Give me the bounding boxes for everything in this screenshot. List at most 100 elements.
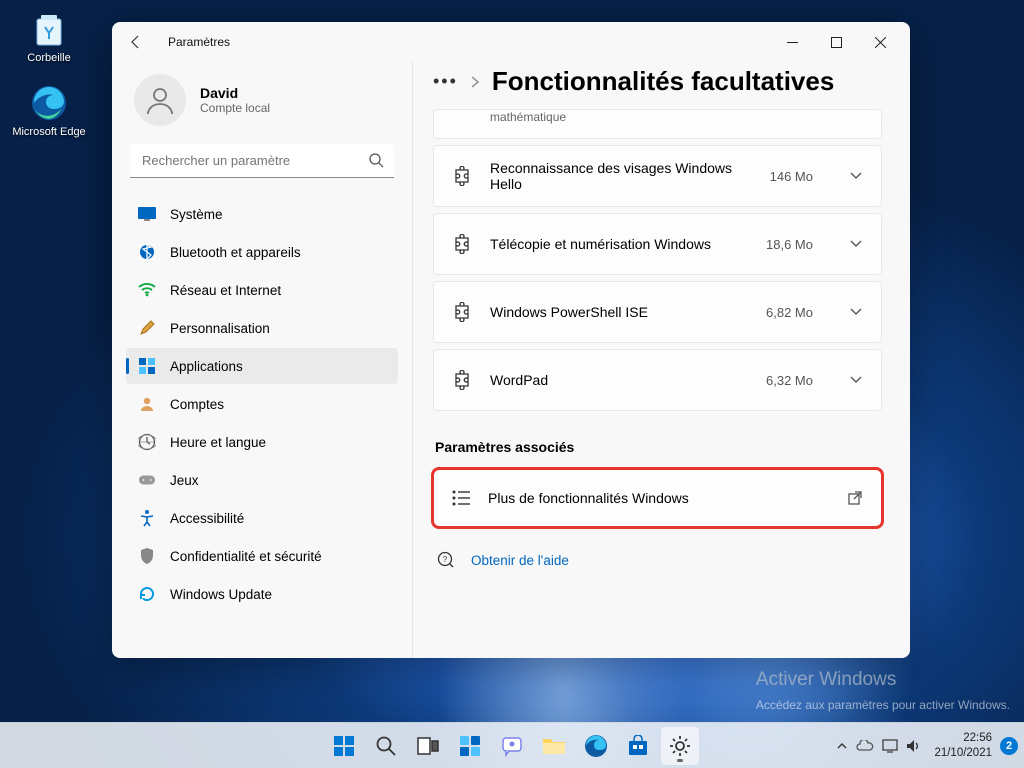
titlebar: Paramètres [112,22,910,62]
get-help-link[interactable]: ? Obtenir de l'aide [437,551,882,569]
accessibility-icon [138,509,156,527]
date: 21/10/2021 [934,746,992,760]
nav-accounts[interactable]: Comptes [126,386,398,422]
nav-network[interactable]: Réseau et Internet [126,272,398,308]
feature-item[interactable]: Reconnaissance des visages Windows Hello… [433,145,882,207]
puzzle-icon [452,302,472,322]
nav-bluetooth[interactable]: Bluetooth et appareils [126,234,398,270]
nav-label: Réseau et Internet [170,283,281,298]
desktop-icon-recycle-bin[interactable]: Corbeille [12,8,86,64]
taskbar-center [325,727,699,765]
nav-label: Applications [170,359,243,374]
desktop-icon-label: Corbeille [27,52,70,64]
nav-personalization[interactable]: Personnalisation [126,310,398,346]
chevron-down-icon [849,239,863,249]
settings-window: Paramètres David Compte local Système [112,22,910,658]
search-box [130,144,394,178]
nav-accessibility[interactable]: Accessibilité [126,500,398,536]
feature-label: Reconnaissance des visages Windows Hello [490,160,752,192]
clock-globe-icon [138,433,156,451]
nav-privacy[interactable]: Confidentialité et sécurité [126,538,398,574]
feature-size: 6,82 Mo [766,305,813,320]
feature-item[interactable]: WordPad 6,32 Mo [433,349,882,411]
widgets-button[interactable] [451,727,489,765]
person-icon [138,395,156,413]
desktop-icon-label: Microsoft Edge [12,126,85,138]
nav-label: Comptes [170,397,224,412]
chevron-right-icon [470,75,480,89]
watermark-title: Activer Windows [756,666,1010,695]
notification-badge[interactable]: 2 [1000,737,1018,755]
search-icon [368,152,384,168]
chat-button[interactable] [493,727,531,765]
window-title: Paramètres [168,35,230,49]
feature-list: mathématique Reconnaissance des visages … [433,109,882,411]
recycle-bin-icon [28,8,70,50]
nav-label: Bluetooth et appareils [170,245,301,260]
feature-item[interactable]: Télécopie et numérisation Windows 18,6 M… [433,213,882,275]
related-settings-title: Paramètres associés [435,439,882,455]
back-button[interactable] [120,26,152,58]
minimize-button[interactable] [770,26,814,58]
nav-label: Windows Update [170,587,272,602]
desktop-icon-edge[interactable]: Microsoft Edge [12,82,86,138]
user-card[interactable]: David Compte local [126,68,398,144]
brush-icon [138,319,156,337]
update-icon [138,585,156,603]
svg-text:?: ? [443,555,448,564]
start-button[interactable] [325,727,363,765]
system-icon [138,205,156,223]
main-content: ••• Fonctionnalités facultatives mathéma… [412,62,910,658]
close-button[interactable] [858,26,902,58]
task-view-button[interactable] [409,727,447,765]
feature-label: Windows PowerShell ISE [490,304,748,320]
network-tray-icon[interactable] [882,739,898,753]
breadcrumb: ••• Fonctionnalités facultatives [433,66,882,97]
list-icon [452,490,470,506]
external-link-icon [847,490,863,506]
user-name: David [200,85,270,101]
chevron-down-icon [849,375,863,385]
nav: Système Bluetooth et appareils Réseau et… [126,196,398,612]
nav-system[interactable]: Système [126,196,398,232]
apps-icon [138,357,156,375]
feature-label: Télécopie et numérisation Windows [490,236,748,252]
puzzle-icon [452,166,472,186]
wifi-icon [138,281,156,299]
chevron-down-icon [849,307,863,317]
avatar [134,74,186,126]
search-button[interactable] [367,727,405,765]
more-windows-features-link[interactable]: Plus de fonctionnalités Windows [433,469,882,527]
taskbar: 22:56 21/10/2021 2 [0,722,1024,768]
edge-taskbar-button[interactable] [577,727,615,765]
watermark-sub: Accédez aux paramètres pour activer Wind… [756,696,1010,714]
edge-icon [28,82,70,124]
user-type: Compte local [200,101,270,115]
shield-icon [138,547,156,565]
store-button[interactable] [619,727,657,765]
taskbar-clock[interactable]: 22:56 21/10/2021 [934,731,992,760]
desktop-icons: Corbeille Microsoft Edge [12,8,86,138]
file-explorer-button[interactable] [535,727,573,765]
feature-item[interactable]: Windows PowerShell ISE 6,82 Mo [433,281,882,343]
nav-windows-update[interactable]: Windows Update [126,576,398,612]
related-label: Plus de fonctionnalités Windows [488,490,829,506]
nav-label: Accessibilité [170,511,244,526]
nav-label: Jeux [170,473,199,488]
nav-time-language[interactable]: Heure et langue [126,424,398,460]
page-title: Fonctionnalités facultatives [492,66,834,97]
feature-size: 6,32 Mo [766,373,813,388]
breadcrumb-back[interactable]: ••• [433,71,458,92]
help-icon: ? [437,551,455,569]
search-input[interactable] [130,144,394,178]
feature-item-cut[interactable]: mathématique [433,109,882,139]
activation-watermark: Activer Windows Accédez aux paramètres p… [756,666,1010,715]
settings-taskbar-button[interactable] [661,727,699,765]
maximize-button[interactable] [814,26,858,58]
nav-apps[interactable]: Applications [126,348,398,384]
volume-tray-icon[interactable] [906,739,922,753]
nav-gaming[interactable]: Jeux [126,462,398,498]
nav-label: Personnalisation [170,321,270,336]
tray-chevron-icon[interactable] [836,741,848,751]
onedrive-tray-icon[interactable] [856,740,874,752]
